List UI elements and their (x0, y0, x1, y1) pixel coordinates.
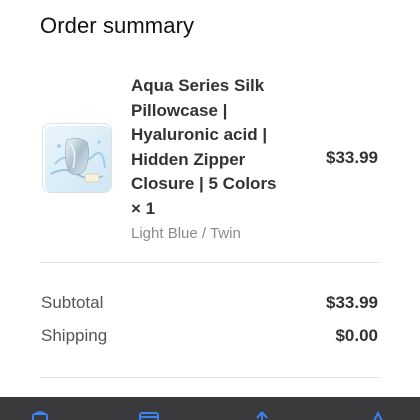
subtotal-label: Subtotal (41, 293, 104, 312)
product-variant: Light Blue / Twin (131, 225, 241, 242)
subtotal-value: $33.99 (326, 293, 378, 312)
shipping-value: $0.00 (335, 326, 378, 345)
arrow-up-icon[interactable] (254, 411, 270, 420)
shipping-label: Shipping (41, 326, 108, 345)
product-name: Aqua Series Silk Pillowcase | Hyaluronic… (131, 76, 277, 218)
order-summary-page: Order summary Aqua Series Silk Pillowcas… (0, 0, 420, 420)
card-icon[interactable] (138, 411, 160, 420)
product-thumbnail (42, 123, 112, 193)
bag-icon[interactable] (30, 411, 50, 420)
share-icon[interactable] (368, 411, 388, 420)
divider (40, 377, 380, 378)
line-item-price: $33.99 (326, 148, 378, 167)
pillowcase-image-icon (45, 126, 111, 192)
bottom-toolbar (0, 397, 420, 420)
order-summary-title: Order summary (40, 13, 195, 38)
divider (40, 262, 380, 263)
